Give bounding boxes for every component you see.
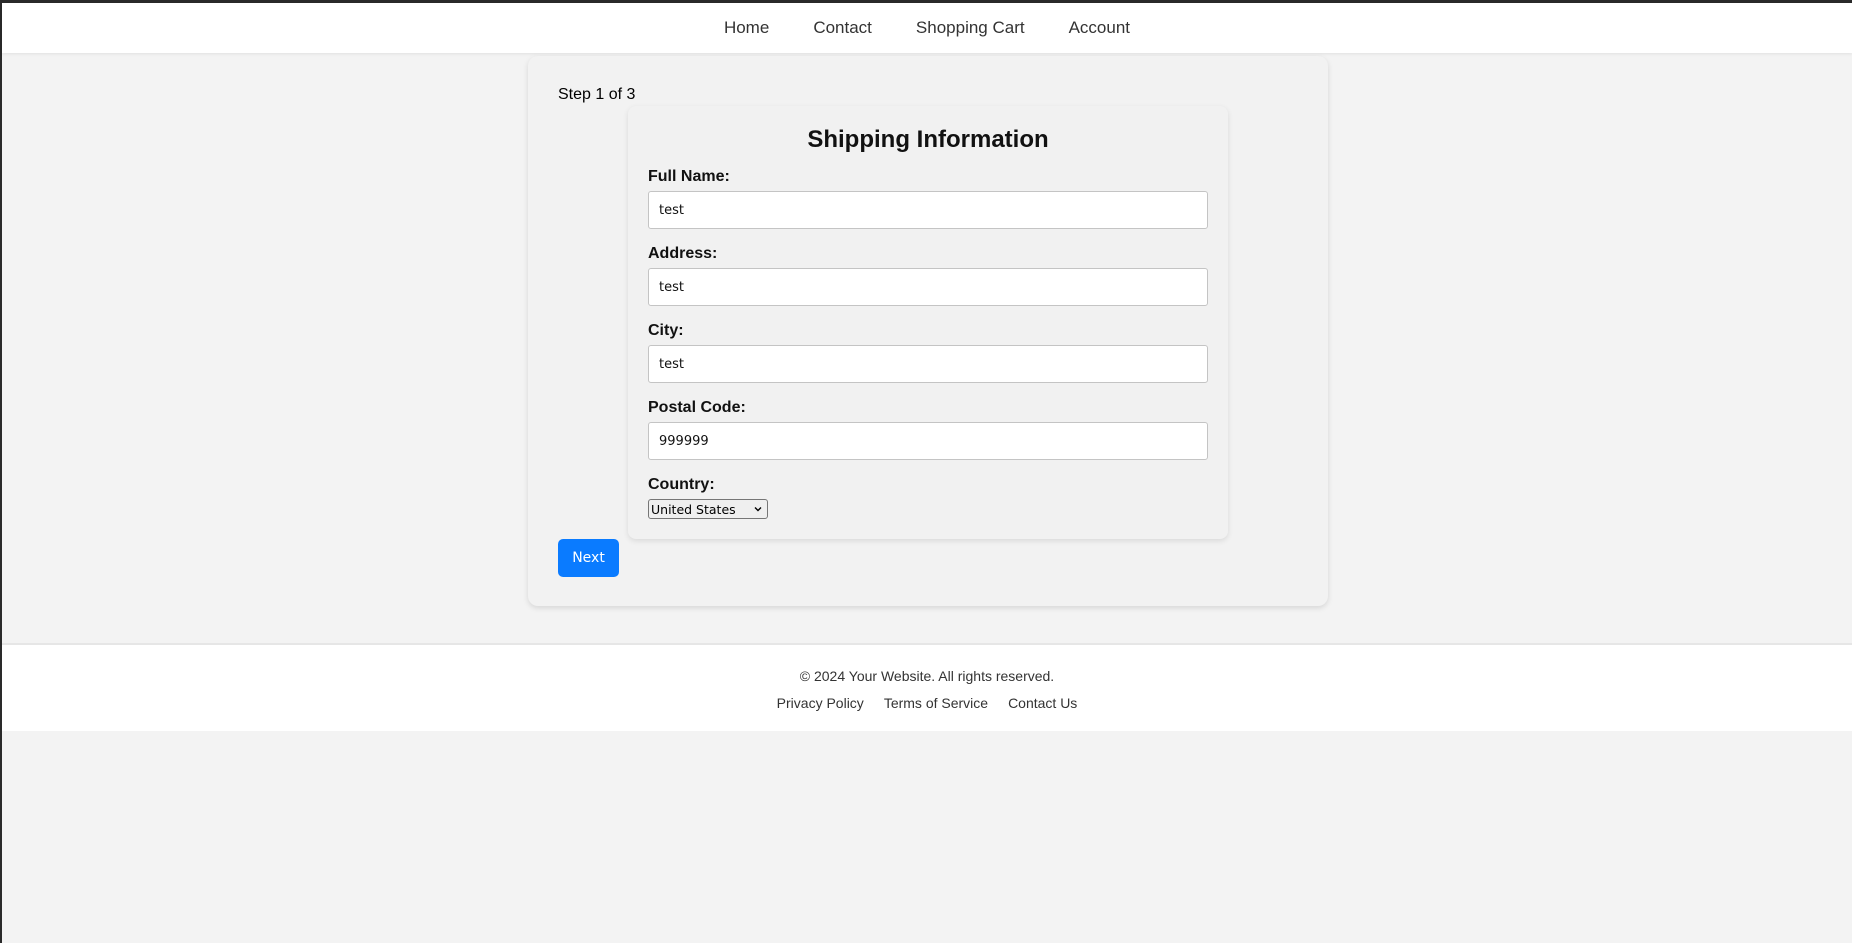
nav-contact-link[interactable]: Contact — [813, 14, 872, 42]
step-indicator: Step 1 of 3 — [558, 86, 636, 103]
country-select[interactable]: United States — [648, 499, 768, 519]
footer-terms-of-service-link[interactable]: Terms of Service — [884, 695, 988, 711]
postal-code-label: Postal Code: — [648, 399, 746, 416]
copyright-text: © 2024 Your Website. All rights reserved… — [799, 668, 1055, 684]
full-name-input[interactable] — [648, 191, 1208, 229]
checkout-card: Step 1 of 3 Shipping Information Full Na… — [528, 56, 1328, 606]
city-label: City: — [648, 322, 684, 339]
footer-links: Privacy Policy Terms of Service Contact … — [2, 695, 1852, 711]
country-label: Country: — [648, 476, 715, 493]
address-label: Address: — [648, 245, 718, 262]
site-footer: © 2024 Your Website. All rights reserved… — [2, 643, 1852, 731]
address-input[interactable] — [648, 268, 1208, 306]
shipping-form: Shipping Information Full Name: Address:… — [628, 106, 1228, 539]
city-input[interactable] — [648, 345, 1208, 383]
top-navigation: Home Contact Shopping Cart Account — [2, 3, 1852, 53]
footer-privacy-policy-link[interactable]: Privacy Policy — [777, 695, 864, 711]
nav-shopping-cart-link[interactable]: Shopping Cart — [916, 14, 1025, 42]
nav-account-link[interactable]: Account — [1069, 14, 1130, 42]
next-button[interactable]: Next — [558, 539, 619, 577]
nav-home-link[interactable]: Home — [724, 14, 769, 42]
postal-code-input[interactable] — [648, 422, 1208, 460]
country-selected-value: United States — [651, 501, 736, 517]
footer-contact-us-link[interactable]: Contact Us — [1008, 695, 1077, 711]
form-title: Shipping Information — [807, 126, 1049, 153]
full-name-label: Full Name: — [648, 168, 730, 185]
chevron-down-icon — [754, 507, 762, 512]
